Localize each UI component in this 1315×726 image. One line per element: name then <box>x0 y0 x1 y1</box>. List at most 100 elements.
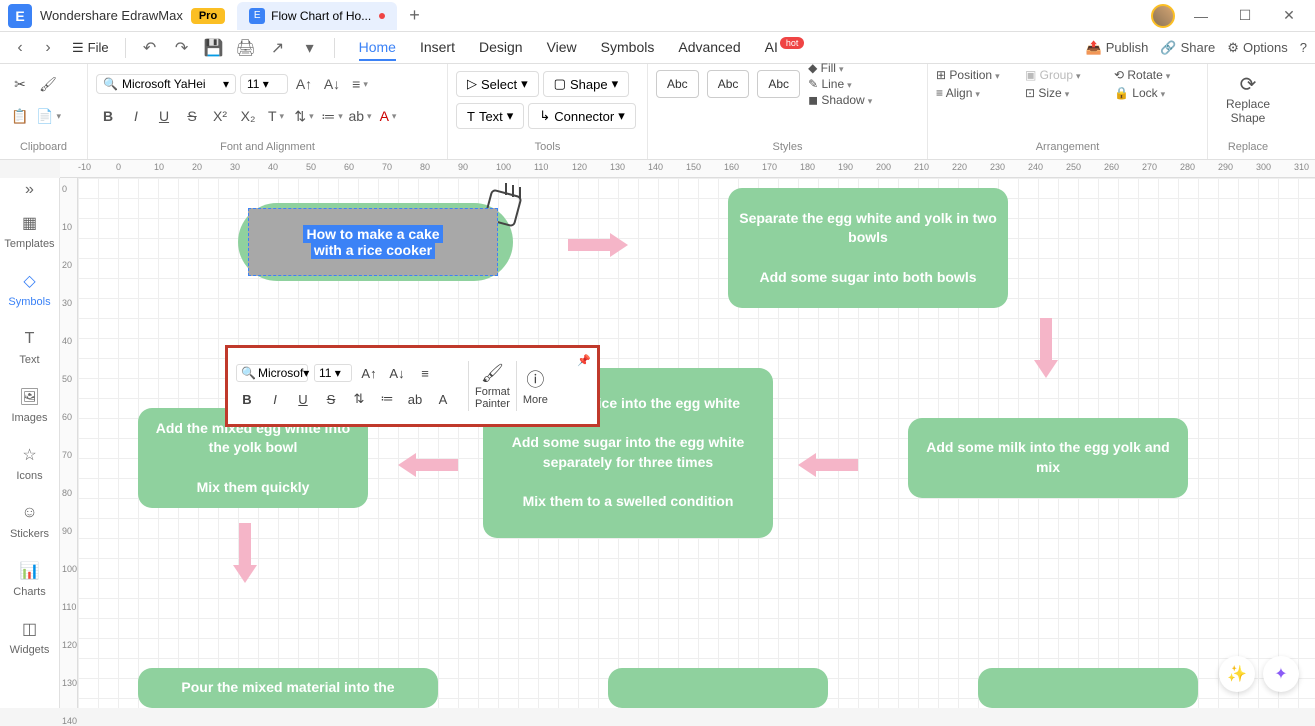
tab-advanced[interactable]: Advanced <box>678 35 740 61</box>
float-format-painter[interactable]: 🖌Format Painter <box>475 363 510 410</box>
align-button[interactable]: ≡ <box>348 72 372 96</box>
line-button[interactable]: ✎ Line <box>808 77 872 91</box>
lock-button[interactable]: 🔒 Lock <box>1114 86 1199 100</box>
text-tool-button[interactable]: T Text ▾ <box>456 103 524 129</box>
bullet-list-button[interactable]: ≔ <box>320 104 344 128</box>
back-button[interactable]: ‹ <box>8 36 32 60</box>
bold-button[interactable]: B <box>96 104 120 128</box>
flow-arrow[interactable] <box>568 233 628 257</box>
float-bullets[interactable]: ≔ <box>376 388 398 410</box>
strikethrough-button[interactable]: S <box>180 104 204 128</box>
magic-button[interactable]: ✦ <box>1263 656 1299 692</box>
select-tool-button[interactable]: ▷ Select ▾ <box>456 71 539 97</box>
float-font-select[interactable]: 🔍Microsof ▾ <box>236 364 308 382</box>
flowchart-box[interactable] <box>608 668 828 708</box>
style-preset-2[interactable]: Abc <box>707 70 750 98</box>
group-button[interactable]: ▣ Group <box>1025 68 1110 82</box>
paste-button[interactable]: 📄 <box>36 104 61 128</box>
italic-button[interactable]: I <box>124 104 148 128</box>
options-button[interactable]: ⚙ Options <box>1227 40 1287 56</box>
tab-view[interactable]: View <box>547 35 577 61</box>
position-button[interactable]: ⊞ Position <box>936 68 1021 82</box>
flowchart-box[interactable]: Pour the mixed material into the <box>138 668 438 708</box>
float-size-select[interactable]: 11 ▾ <box>314 364 352 382</box>
font-size-select[interactable]: 11 ▾ <box>240 74 288 94</box>
line-spacing-button[interactable]: ⇅ <box>292 104 316 128</box>
connector-tool-button[interactable]: ↳ Connector ▾ <box>528 103 635 129</box>
user-avatar[interactable] <box>1151 4 1175 28</box>
float-italic[interactable]: I <box>264 388 286 410</box>
sidebar-item-symbols[interactable]: ◇Symbols <box>0 260 59 318</box>
shape-tool-button[interactable]: ▢ Shape ▾ <box>543 71 629 97</box>
maximize-button[interactable]: ☐ <box>1227 2 1263 30</box>
fill-button[interactable]: ◆ Fill <box>808 61 872 75</box>
minimize-button[interactable]: — <box>1183 2 1219 30</box>
format-painter-button[interactable]: 🖌 <box>36 72 60 96</box>
redo-button[interactable]: ↷ <box>168 36 196 60</box>
file-menu-button[interactable]: ☰ File <box>64 36 117 60</box>
float-underline[interactable]: U <box>292 388 314 410</box>
font-select[interactable]: 🔍 Microsoft YaHei ▾ <box>96 74 236 94</box>
flow-arrow[interactable] <box>233 523 257 583</box>
float-line-spacing[interactable]: ⇅ <box>348 388 370 410</box>
pin-toolbar-button[interactable]: 📌 <box>577 354 591 367</box>
copy-button[interactable]: 📋 <box>8 104 32 128</box>
float-bold[interactable]: B <box>236 388 258 410</box>
float-increase-font[interactable]: A↑ <box>358 362 380 384</box>
float-strike[interactable]: S <box>320 388 342 410</box>
font-color-button[interactable]: A <box>376 104 400 128</box>
underline-button[interactable]: U <box>152 104 176 128</box>
flowchart-box[interactable]: Add some milk into the egg yolk and mix <box>908 418 1188 498</box>
float-align[interactable]: ≡ <box>414 362 436 384</box>
float-case[interactable]: ab <box>404 388 426 410</box>
tab-symbols[interactable]: Symbols <box>601 35 655 61</box>
sidebar-item-templates[interactable]: ▦Templates <box>0 202 59 260</box>
float-decrease-font[interactable]: A↓ <box>386 362 408 384</box>
flowchart-box[interactable]: Separate the egg white and yolk in two b… <box>728 188 1008 308</box>
size-menu-button[interactable]: ⊡ Size <box>1025 86 1110 100</box>
subscript-button[interactable]: X₂ <box>236 104 260 128</box>
flow-arrow[interactable] <box>1034 318 1058 378</box>
text-case-button[interactable]: ab <box>348 104 372 128</box>
sidebar-item-images[interactable]: 🖼Images <box>0 376 59 434</box>
forward-button[interactable]: › <box>36 36 60 60</box>
increase-font-button[interactable]: A↑ <box>292 72 316 96</box>
ai-assist-button[interactable]: ✨ <box>1219 656 1255 692</box>
undo-button[interactable]: ↶ <box>136 36 164 60</box>
help-button[interactable]: ? <box>1300 40 1307 55</box>
flow-arrow[interactable] <box>798 453 858 477</box>
flow-arrow[interactable] <box>398 453 458 477</box>
tab-home[interactable]: Home <box>359 35 396 61</box>
shadow-button[interactable]: ◼ Shadow <box>808 93 872 107</box>
tab-ai[interactable]: AIhot <box>765 35 805 61</box>
sidebar-item-stickers[interactable]: ☺Stickers <box>0 492 59 550</box>
rotate-button[interactable]: ⟲ Rotate <box>1114 68 1199 82</box>
tab-design[interactable]: Design <box>479 35 523 61</box>
float-font-color[interactable]: A <box>432 388 454 410</box>
float-more-button[interactable]: ⓘMore <box>523 366 548 406</box>
expand-sidebar-button[interactable]: » <box>0 178 59 202</box>
share-button[interactable]: 🔗 Share <box>1160 40 1215 56</box>
sidebar-item-charts[interactable]: 📊Charts <box>0 550 59 608</box>
canvas[interactable]: How to make a cakewith a rice cooker Sep… <box>78 178 1315 708</box>
superscript-button[interactable]: X² <box>208 104 232 128</box>
close-button[interactable]: ✕ <box>1271 2 1307 30</box>
flowchart-box[interactable] <box>978 668 1198 708</box>
style-preset-3[interactable]: Abc <box>757 70 800 98</box>
document-tab[interactable]: E Flow Chart of Ho... <box>237 2 397 30</box>
save-button[interactable]: 💾 <box>200 36 228 60</box>
sidebar-item-text[interactable]: TText <box>0 318 59 376</box>
text-editing-box[interactable]: How to make a cakewith a rice cooker <box>248 208 498 276</box>
qat-dropdown[interactable]: ▾ <box>296 36 324 60</box>
replace-shape-button[interactable]: ⟳ Replace Shape <box>1216 68 1280 129</box>
tab-insert[interactable]: Insert <box>420 35 455 61</box>
sidebar-item-widgets[interactable]: ◫Widgets <box>0 608 59 666</box>
align-menu-button[interactable]: ≡ Align <box>936 86 1021 100</box>
style-preset-1[interactable]: Abc <box>656 70 699 98</box>
add-tab-button[interactable]: + <box>409 5 420 26</box>
sidebar-item-icons[interactable]: ☆Icons <box>0 434 59 492</box>
export-button[interactable]: ↗ <box>264 36 292 60</box>
text-direction-button[interactable]: T <box>264 104 288 128</box>
decrease-font-button[interactable]: A↓ <box>320 72 344 96</box>
print-button[interactable]: 🖨 <box>232 36 260 60</box>
